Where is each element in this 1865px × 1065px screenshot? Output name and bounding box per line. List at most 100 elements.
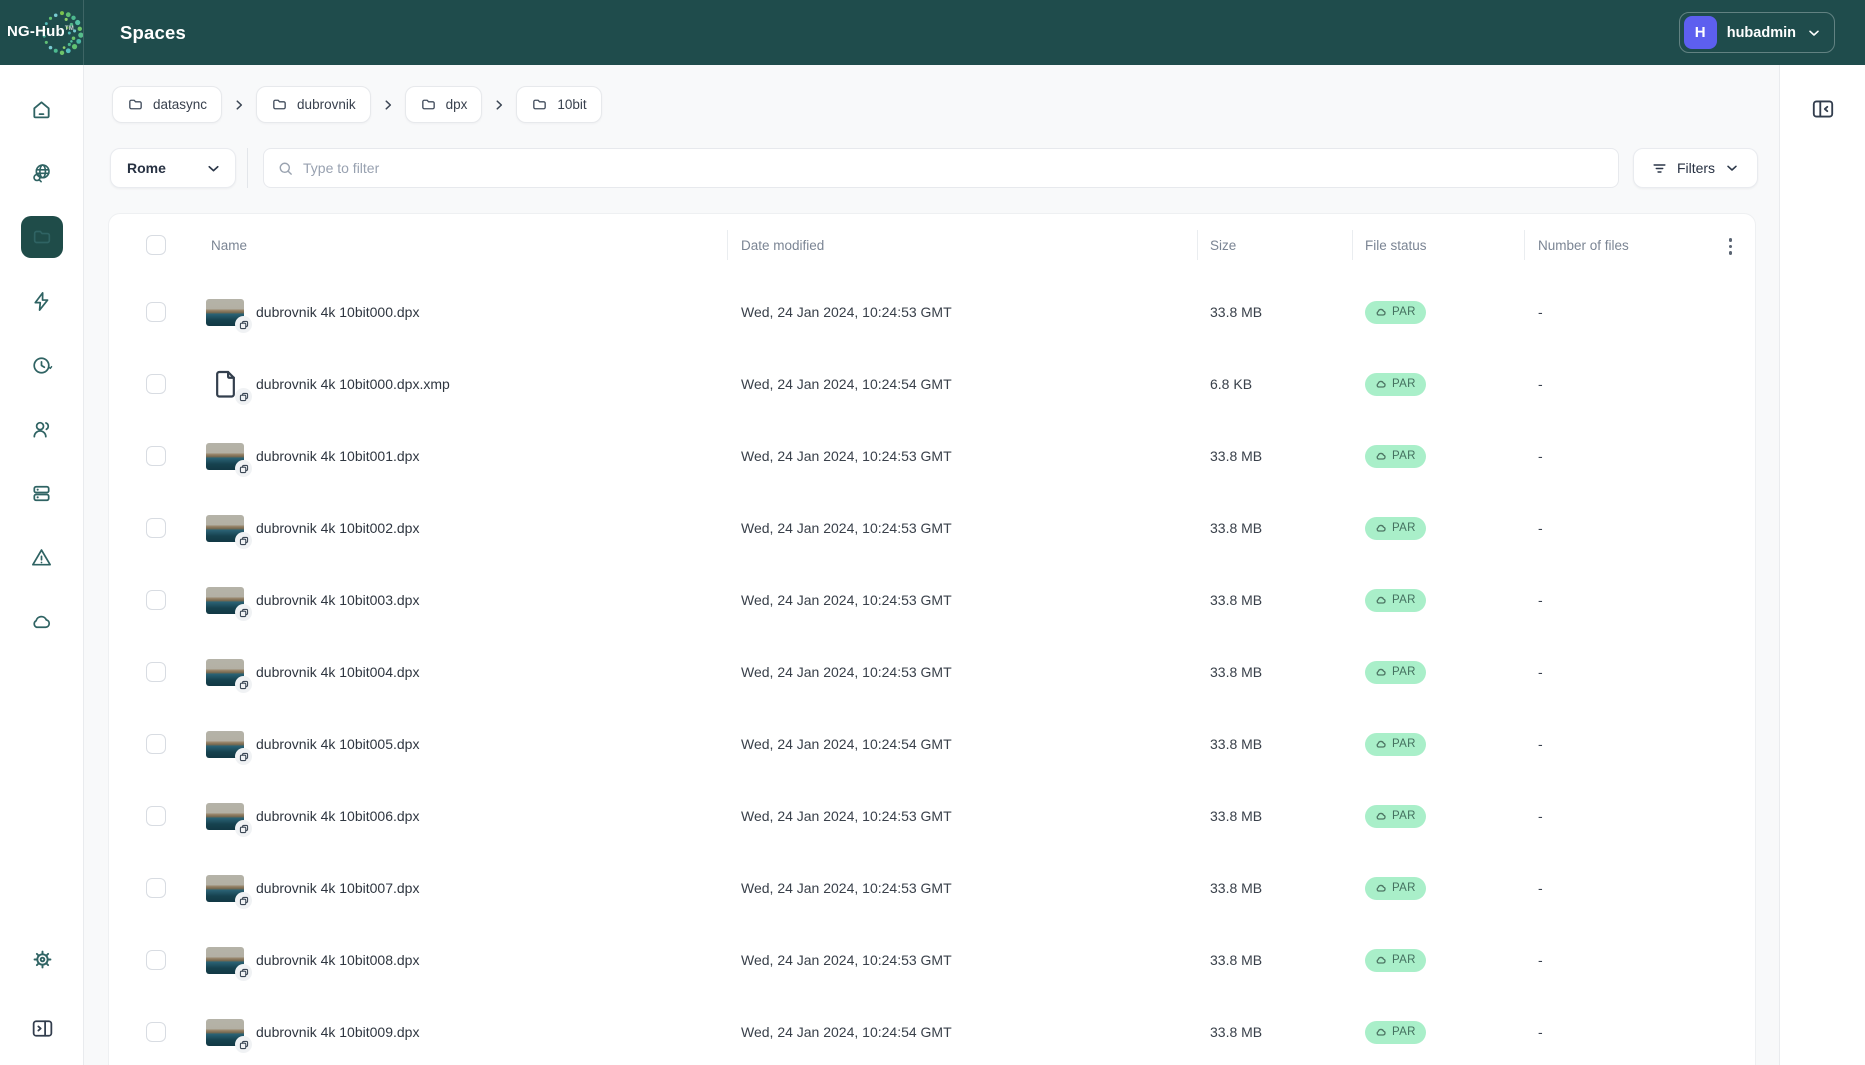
expand-sidebar-button[interactable] [30, 1016, 55, 1046]
table-row[interactable]: dubrovnik 4k 10bit006.dpx Wed, 24 Jan 20… [109, 780, 1755, 852]
breadcrumb-item[interactable]: dubrovnik [256, 86, 371, 123]
users-icon [33, 421, 50, 438]
row-checkbox[interactable] [146, 518, 166, 538]
search-icon [279, 162, 292, 175]
status-cloud-icon [1376, 596, 1386, 604]
search-input[interactable] [303, 160, 1605, 176]
row-checkbox[interactable] [146, 734, 166, 754]
row-checkbox[interactable] [146, 302, 166, 322]
status-badge-label: PAR [1392, 666, 1416, 678]
column-header-date-modified[interactable]: Date modified [727, 214, 1197, 276]
chevron-down-icon [1809, 30, 1819, 36]
status-badge-label: PAR [1392, 954, 1416, 966]
breadcrumb-label: dpx [445, 97, 468, 112]
file-size: 33.8 MB [1210, 808, 1263, 824]
row-checkbox[interactable] [146, 878, 166, 898]
status-badge: PAR [1365, 444, 1426, 468]
file-name: dubrovnik 4k 10bit006.dpx [256, 808, 420, 824]
top-bar: NG-HubTM Spaces H hubadmin [0, 0, 1865, 65]
sidebar-item-users[interactable] [0, 397, 84, 461]
scope-selector-dropdown[interactable]: Rome [110, 148, 236, 188]
settings-button[interactable] [31, 948, 54, 976]
row-checkbox[interactable] [146, 950, 166, 970]
chevron-right-icon [232, 98, 246, 112]
table-options-kebab-button[interactable] [1727, 236, 1735, 257]
column-header-number-of-files[interactable]: Number of files [1524, 214, 1755, 276]
file-date-modified: Wed, 24 Jan 2024, 10:24:54 GMT [741, 376, 952, 392]
row-checkbox[interactable] [146, 374, 166, 394]
table-row[interactable]: dubrovnik 4k 10bit000.dpx Wed, 24 Jan 20… [109, 276, 1755, 348]
breadcrumb-item[interactable]: 10bit [516, 86, 602, 123]
file-name: dubrovnik 4k 10bit004.dpx [256, 664, 420, 680]
chevron-down-icon [1727, 165, 1737, 171]
alerts-warning-icon [32, 548, 51, 566]
scope-selector-value: Rome [127, 160, 166, 176]
copies-badge-icon [235, 1036, 252, 1053]
status-cloud-icon [1376, 668, 1386, 676]
user-menu-button[interactable]: H hubadmin [1678, 12, 1835, 53]
number-of-files: - [1538, 304, 1543, 320]
number-of-files: - [1538, 1024, 1543, 1040]
avatar: H [1683, 16, 1717, 49]
sidebar-item-alerts[interactable] [0, 525, 84, 589]
table-row[interactable]: dubrovnik 4k 10bit000.dpx.xmp Wed, 24 Ja… [109, 348, 1755, 420]
status-cloud-icon [1376, 812, 1386, 820]
table-row[interactable]: dubrovnik 4k 10bit001.dpx Wed, 24 Jan 20… [109, 420, 1755, 492]
sidebar-item-cloud[interactable] [0, 589, 84, 653]
document-icon [215, 370, 235, 398]
column-header-size[interactable]: Size [1197, 214, 1352, 276]
select-all-checkbox[interactable] [146, 235, 166, 255]
table-row[interactable]: dubrovnik 4k 10bit004.dpx Wed, 24 Jan 20… [109, 636, 1755, 708]
status-badge-label: PAR [1392, 738, 1416, 750]
column-header-file-status[interactable]: File status [1352, 214, 1524, 276]
copies-badge-icon [235, 604, 252, 621]
home-icon [33, 100, 50, 118]
sidebar-item-files[interactable] [0, 205, 84, 269]
table-body: dubrovnik 4k 10bit000.dpx Wed, 24 Jan 20… [109, 276, 1755, 1065]
sidebar-item-discover[interactable] [0, 141, 84, 205]
status-badge: PAR [1365, 516, 1426, 540]
file-date-modified: Wed, 24 Jan 2024, 10:24:53 GMT [741, 448, 952, 464]
chevron-right-icon [381, 98, 395, 112]
table-row[interactable]: dubrovnik 4k 10bit007.dpx Wed, 24 Jan 20… [109, 852, 1755, 924]
column-header-name[interactable]: Name [211, 238, 247, 253]
breadcrumb-item[interactable]: datasync [112, 86, 223, 123]
file-size: 33.8 MB [1210, 592, 1263, 608]
table-row[interactable]: dubrovnik 4k 10bit009.dpx Wed, 24 Jan 20… [109, 996, 1755, 1065]
storage-server-icon [33, 485, 50, 501]
sidebar-item-home[interactable] [0, 77, 84, 141]
sidebar-item-history[interactable] [0, 333, 84, 397]
copies-badge-icon [235, 460, 252, 477]
table-row[interactable]: dubrovnik 4k 10bit003.dpx Wed, 24 Jan 20… [109, 564, 1755, 636]
status-badge: PAR [1365, 300, 1426, 324]
row-checkbox[interactable] [146, 590, 166, 610]
expand-panel-icon [32, 1020, 52, 1037]
breadcrumb-label: 10bit [557, 97, 587, 112]
file-size: 33.8 MB [1210, 1024, 1263, 1040]
files-folder-icon [33, 230, 50, 244]
file-name: dubrovnik 4k 10bit001.dpx [256, 448, 420, 464]
filter-bar: Rome Filters [110, 148, 1758, 188]
copies-badge-icon [235, 820, 252, 837]
sidebar-item-activity[interactable] [0, 269, 84, 333]
table-row[interactable]: dubrovnik 4k 10bit005.dpx Wed, 24 Jan 20… [109, 708, 1755, 780]
row-checkbox[interactable] [146, 1022, 166, 1042]
app-logo[interactable]: NG-HubTM [0, 0, 84, 65]
filters-button[interactable]: Filters [1633, 148, 1758, 188]
status-badge: PAR [1365, 948, 1426, 972]
collapse-panel-button[interactable] [1810, 96, 1836, 122]
row-checkbox[interactable] [146, 662, 166, 682]
sidebar-item-storage[interactable] [0, 461, 84, 525]
file-date-modified: Wed, 24 Jan 2024, 10:24:53 GMT [741, 952, 952, 968]
page-title: Spaces [120, 21, 186, 43]
table-row[interactable]: dubrovnik 4k 10bit002.dpx Wed, 24 Jan 20… [109, 492, 1755, 564]
row-checkbox[interactable] [146, 446, 166, 466]
breadcrumb-item[interactable]: dpx [404, 86, 483, 123]
status-badge-label: PAR [1392, 594, 1416, 606]
file-size: 6.8 KB [1210, 376, 1253, 392]
table-row[interactable]: dubrovnik 4k 10bit008.dpx Wed, 24 Jan 20… [109, 924, 1755, 996]
status-badge: PAR [1365, 372, 1426, 396]
cloud-icon [33, 615, 51, 628]
status-badge-label: PAR [1392, 882, 1416, 894]
row-checkbox[interactable] [146, 806, 166, 826]
